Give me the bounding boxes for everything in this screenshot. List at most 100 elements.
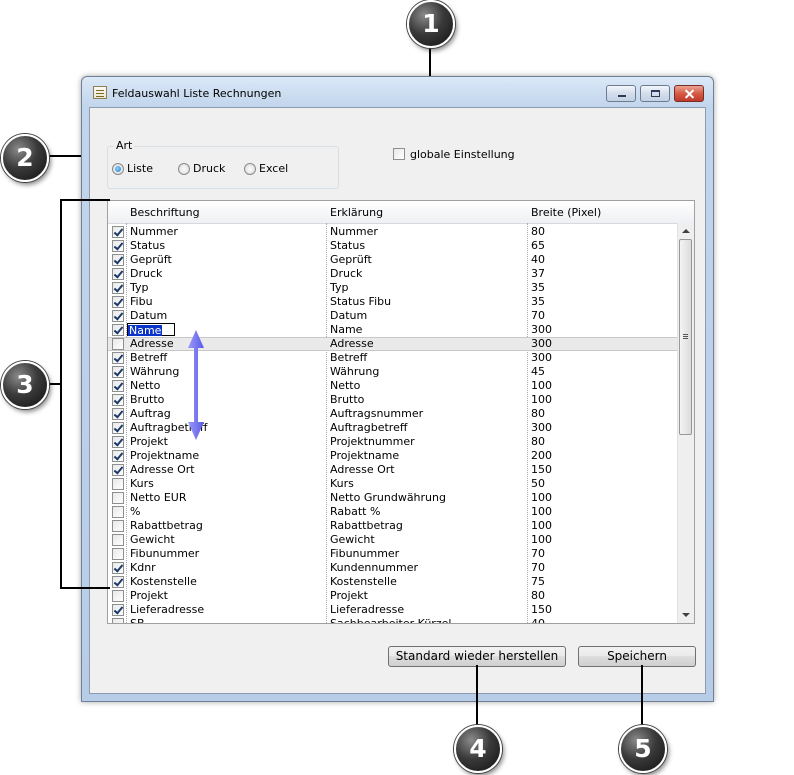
table-row[interactable]: Adresse Ort Adresse Ort 150 [108,463,684,477]
row-width[interactable]: 37 [531,267,545,281]
row-width[interactable]: 80 [531,589,545,603]
row-checkbox[interactable] [112,352,124,364]
row-width[interactable]: 40 [531,617,545,623]
table-row[interactable]: Lieferadresse Lieferadresse 150 [108,603,684,617]
row-checkbox[interactable] [112,296,124,308]
row-width[interactable]: 200 [531,449,552,463]
row-width[interactable]: 100 [531,491,552,505]
row-label-edit-field[interactable]: Name [127,323,175,336]
row-width[interactable]: 80 [531,225,545,239]
column-header-erklaerung[interactable]: Erklärung [330,206,383,219]
row-checkbox[interactable] [112,576,124,588]
row-checkbox[interactable] [112,450,124,462]
radio-liste-label[interactable]: Liste [127,162,153,175]
row-width[interactable]: 35 [531,295,545,309]
row-width[interactable]: 100 [531,519,552,533]
table-row[interactable]: Druck Druck 37 [108,267,684,281]
scroll-up-arrow-icon[interactable] [682,229,690,233]
row-checkbox[interactable] [112,492,124,504]
maximize-button[interactable] [640,85,670,102]
table-row[interactable]: Kurs Kurs 50 [108,477,684,491]
row-checkbox[interactable] [112,548,124,560]
row-checkbox[interactable] [112,380,124,392]
row-checkbox[interactable] [112,604,124,616]
grid-scrollbar[interactable] [677,223,694,623]
row-width[interactable]: 100 [531,533,552,547]
row-width[interactable]: 70 [531,561,545,575]
row-checkbox[interactable] [112,324,124,336]
row-checkbox[interactable] [112,422,124,434]
table-row[interactable]: Geprüft Geprüft 40 [108,253,684,267]
table-row[interactable]: Fibunummer Fibunummer 70 [108,547,684,561]
row-width[interactable]: 45 [531,365,545,379]
table-row[interactable]: Projekt Projekt 80 [108,589,684,603]
row-width[interactable]: 80 [531,407,545,421]
row-checkbox[interactable] [112,254,124,266]
row-width[interactable]: 35 [531,281,545,295]
row-checkbox[interactable] [112,562,124,574]
table-row[interactable]: Status Status 65 [108,239,684,253]
radio-liste[interactable] [112,163,124,175]
row-checkbox[interactable] [112,506,124,518]
scroll-thumb[interactable] [679,239,692,435]
restore-defaults-button[interactable]: Standard wieder herstellen [388,646,566,667]
row-checkbox[interactable] [112,436,124,448]
table-row[interactable]: Gewicht Gewicht 100 [108,533,684,547]
row-width[interactable]: 150 [531,463,552,477]
table-row[interactable]: Rabattbetrag Rabattbetrag 100 [108,519,684,533]
row-checkbox[interactable] [112,268,124,280]
radio-excel[interactable] [244,163,256,175]
table-row[interactable]: Datum Datum 70 [108,309,684,323]
row-checkbox[interactable] [112,282,124,294]
radio-druck-label[interactable]: Druck [193,162,225,175]
row-checkbox[interactable] [112,618,124,623]
scroll-down-arrow-icon[interactable] [682,613,690,617]
row-checkbox[interactable] [112,520,124,532]
row-width[interactable]: 75 [531,575,545,589]
table-row[interactable]: SB Sachbearbeiter Kürzel 40 [108,617,684,623]
table-row[interactable]: Netto EUR Netto Grundwährung 100 [108,491,684,505]
row-width[interactable]: 100 [531,505,552,519]
table-row[interactable]: Kdnr Kundennummer 70 [108,561,684,575]
row-width[interactable]: 300 [531,337,552,351]
global-setting-label[interactable]: globale Einstellung [410,148,515,161]
column-header-beschriftung[interactable]: Beschriftung [130,206,200,219]
radio-excel-label[interactable]: Excel [259,162,288,175]
table-row[interactable]: Nummer Nummer 80 [108,225,684,239]
column-header-breite[interactable]: Breite (Pixel) [531,206,601,219]
radio-druck[interactable] [178,163,190,175]
close-button[interactable] [674,85,704,102]
row-checkbox[interactable] [112,310,124,322]
row-checkbox[interactable] [112,478,124,490]
row-width[interactable]: 70 [531,309,545,323]
minimize-button[interactable] [606,85,636,102]
table-row[interactable]: Projektname Projektname 200 [108,449,684,463]
row-checkbox[interactable] [112,590,124,602]
title-bar[interactable]: Feldauswahl Liste Rechnungen [82,77,713,107]
row-width[interactable]: 300 [531,323,552,337]
row-checkbox[interactable] [112,338,124,350]
row-width[interactable]: 70 [531,547,545,561]
row-checkbox[interactable] [112,464,124,476]
row-checkbox[interactable] [112,408,124,420]
table-row[interactable]: Kostenstelle Kostenstelle 75 [108,575,684,589]
row-checkbox[interactable] [112,240,124,252]
row-width[interactable]: 300 [531,351,552,365]
row-checkbox[interactable] [112,534,124,546]
row-width[interactable]: 65 [531,239,545,253]
row-width[interactable]: 40 [531,253,545,267]
table-row[interactable]: Fibu Status Fibu 35 [108,295,684,309]
row-width[interactable]: 150 [531,603,552,617]
row-width[interactable]: 100 [531,379,552,393]
row-width[interactable]: 100 [531,393,552,407]
row-checkbox[interactable] [112,394,124,406]
save-button[interactable]: Speichern [578,646,696,667]
global-setting-checkbox[interactable] [393,148,405,160]
row-width[interactable]: 300 [531,421,552,435]
table-row[interactable]: Typ Typ 35 [108,281,684,295]
row-checkbox[interactable] [112,226,124,238]
row-width[interactable]: 50 [531,477,545,491]
table-row[interactable]: % Rabatt % 100 [108,505,684,519]
row-checkbox[interactable] [112,366,124,378]
row-width[interactable]: 80 [531,435,545,449]
